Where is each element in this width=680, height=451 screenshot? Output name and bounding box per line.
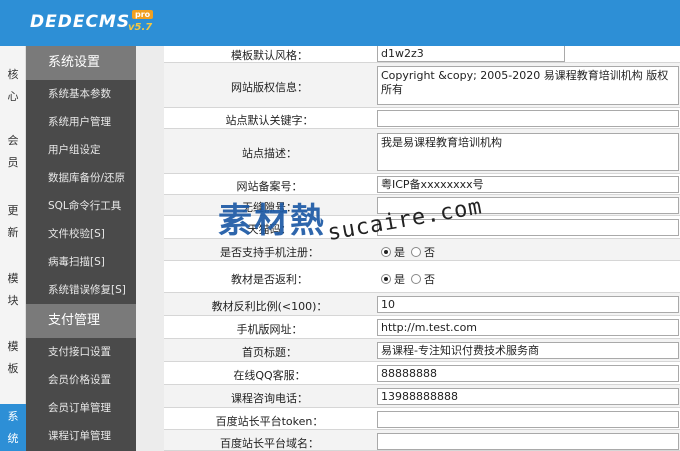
tab-member[interactable]: 会 员 bbox=[0, 130, 26, 174]
menu-item-payment-api[interactable]: 支付接口设置 bbox=[26, 338, 136, 366]
logo-text-cms: CMS bbox=[85, 12, 131, 32]
label-mobile-register: 是否支持手机注册： bbox=[220, 246, 319, 259]
form-row-baidu-domain: 百度站长平台域名： bbox=[164, 430, 680, 451]
form-row-qq: 在线QQ客服： 88888888 bbox=[164, 362, 680, 385]
label-rebate: 教材是否返利： bbox=[231, 273, 308, 286]
tab-member-label: 会 员 bbox=[7, 134, 19, 169]
rebate-ratio-input[interactable]: 10 bbox=[377, 296, 679, 313]
form-row-keywords: 站点默认关键字： bbox=[164, 108, 680, 129]
settings-form: 模板默认风格： d1w2z3 网站版权信息： Copyright &copy; … bbox=[164, 46, 680, 451]
radio-unchecked-icon bbox=[411, 247, 421, 257]
menu-item-usergroup[interactable]: 用户组设定 bbox=[26, 136, 136, 164]
phone-input[interactable]: 13988888888 bbox=[377, 388, 679, 405]
side-menu: 系统设置 系统基本参数 系统用户管理 用户组设定 数据库备份/还原 SQL命令行… bbox=[26, 46, 136, 451]
logo-version: v5.7 bbox=[128, 22, 153, 33]
radio-checked-icon bbox=[381, 247, 391, 257]
tmall-input[interactable] bbox=[377, 219, 679, 236]
menu-item-member-orders[interactable]: 会员订单管理 bbox=[26, 394, 136, 422]
tab-template-label: 模 板 bbox=[7, 340, 19, 375]
form-row-tmall: 天猫码： bbox=[164, 216, 680, 239]
menu-item-file-check[interactable]: 文件校验[S] bbox=[26, 220, 136, 248]
menu-item-basic-params[interactable]: 系统基本参数 bbox=[26, 80, 136, 108]
tab-system-label: 系 统 bbox=[7, 410, 19, 445]
seamless-input[interactable] bbox=[377, 197, 679, 214]
form-row-mobile-register: 是否支持手机注册： 是 否 bbox=[164, 239, 680, 261]
label-mobile-url: 手机版网址： bbox=[236, 323, 303, 336]
radio-unchecked-icon bbox=[411, 274, 421, 284]
tab-system[interactable]: 系 统 bbox=[0, 404, 26, 451]
rebate-yes-radio[interactable]: 是 bbox=[381, 271, 405, 287]
radio-label: 否 bbox=[424, 273, 435, 286]
tab-template[interactable]: 模 板 bbox=[0, 336, 26, 380]
icp-input[interactable]: 粤ICP备xxxxxxxx号 bbox=[377, 176, 679, 193]
tab-core-label: 核 心 bbox=[7, 68, 19, 103]
radio-checked-icon bbox=[381, 274, 391, 284]
radio-label: 是 bbox=[394, 273, 405, 286]
menu-item-user-manage[interactable]: 系统用户管理 bbox=[26, 108, 136, 136]
label-home-title: 首页标题： bbox=[242, 346, 297, 359]
menu-item-virus-scan[interactable]: 病毒扫描[S] bbox=[26, 248, 136, 276]
tab-update[interactable]: 更 新 bbox=[0, 200, 26, 244]
form-row-icp: 网站备案号： 粤ICP备xxxxxxxx号 bbox=[164, 174, 680, 195]
qq-input[interactable]: 88888888 bbox=[377, 365, 679, 382]
radio-label: 否 bbox=[424, 246, 435, 259]
label-qq: 在线QQ客服： bbox=[233, 369, 306, 382]
label-baidu-token: 百度站长平台token： bbox=[215, 415, 324, 428]
form-row-rebate: 教材是否返利： 是 否 bbox=[164, 261, 680, 293]
form-row-home-title: 首页标题： 易课程-专注知识付费技术服务商 bbox=[164, 339, 680, 362]
menu-item-sql-tool[interactable]: SQL命令行工具 bbox=[26, 192, 136, 220]
menu-gutter bbox=[136, 46, 164, 451]
tab-core[interactable]: 核 心 bbox=[0, 64, 26, 108]
rebate-no-radio[interactable]: 否 bbox=[411, 271, 435, 287]
menu-item-member-price[interactable]: 会员价格设置 bbox=[26, 366, 136, 394]
menu-item-db-backup[interactable]: 数据库备份/还原 bbox=[26, 164, 136, 192]
mobile-register-yes-radio[interactable]: 是 bbox=[381, 244, 405, 260]
form-row-phone: 课程咨询电话： 13988888888 bbox=[164, 385, 680, 408]
form-row-description: 站点描述： 我是易课程教育培训机构 bbox=[164, 129, 680, 174]
radio-label: 是 bbox=[394, 246, 405, 259]
dedecms-logo: DEDECMS bbox=[30, 12, 130, 32]
tab-module[interactable]: 模 块 bbox=[0, 268, 26, 312]
form-row-seamless: 无缝隙号： bbox=[164, 195, 680, 216]
menu-group-payment[interactable]: 支付管理 bbox=[26, 304, 136, 338]
label-phone: 课程咨询电话： bbox=[231, 392, 308, 405]
label-rebate-ratio: 教材反利比例(<100)： bbox=[211, 300, 328, 313]
form-row-template-style: 模板默认风格： d1w2z3 bbox=[164, 46, 680, 63]
mobile-url-input[interactable]: http://m.test.com bbox=[377, 319, 679, 336]
keywords-input[interactable] bbox=[377, 110, 679, 127]
tab-update-label: 更 新 bbox=[7, 204, 19, 239]
menu-item-error-repair[interactable]: 系统错误修复[S] bbox=[26, 276, 136, 304]
label-keywords: 站点默认关键字： bbox=[225, 114, 314, 127]
mobile-register-no-radio[interactable]: 否 bbox=[411, 244, 435, 260]
form-row-rebate-ratio: 教材反利比例(<100)： 10 bbox=[164, 293, 680, 316]
label-seamless: 无缝隙号： bbox=[242, 201, 297, 214]
form-row-copyright: 网站版权信息： Copyright &copy; 2005-2020 易课程教育… bbox=[164, 63, 680, 108]
label-description: 站点描述： bbox=[242, 147, 297, 160]
tab-module-label: 模 块 bbox=[7, 272, 19, 307]
top-header: DEDECMS pro v5.7 bbox=[0, 0, 680, 46]
label-baidu-domain: 百度站长平台域名： bbox=[220, 437, 319, 450]
logo-text-dede: DEDE bbox=[30, 12, 86, 32]
left-tab-column: 核 心 会 员 更 新 模 块 模 板 系 统 bbox=[0, 46, 26, 451]
copyright-textarea[interactable]: Copyright &copy; 2005-2020 易课程教育培训机构 版权所… bbox=[377, 66, 679, 105]
label-copyright: 网站版权信息： bbox=[231, 81, 308, 94]
form-row-baidu-token: 百度站长平台token： bbox=[164, 408, 680, 430]
label-template-style: 模板默认风格： bbox=[231, 49, 308, 62]
home-title-input[interactable]: 易课程-专注知识付费技术服务商 bbox=[377, 342, 679, 359]
template-style-input[interactable]: d1w2z3 bbox=[377, 46, 565, 62]
logo-badge: pro bbox=[132, 10, 154, 19]
baidu-domain-input[interactable] bbox=[377, 433, 679, 450]
baidu-token-input[interactable] bbox=[377, 411, 679, 428]
label-tmall: 天猫码： bbox=[247, 223, 292, 236]
menu-item-course-orders[interactable]: 课程订单管理 bbox=[26, 422, 136, 450]
form-row-mobile-url: 手机版网址： http://m.test.com bbox=[164, 316, 680, 339]
menu-group-system-settings[interactable]: 系统设置 bbox=[26, 46, 136, 80]
description-textarea[interactable]: 我是易课程教育培训机构 bbox=[377, 133, 679, 171]
label-icp: 网站备案号： bbox=[236, 180, 303, 193]
